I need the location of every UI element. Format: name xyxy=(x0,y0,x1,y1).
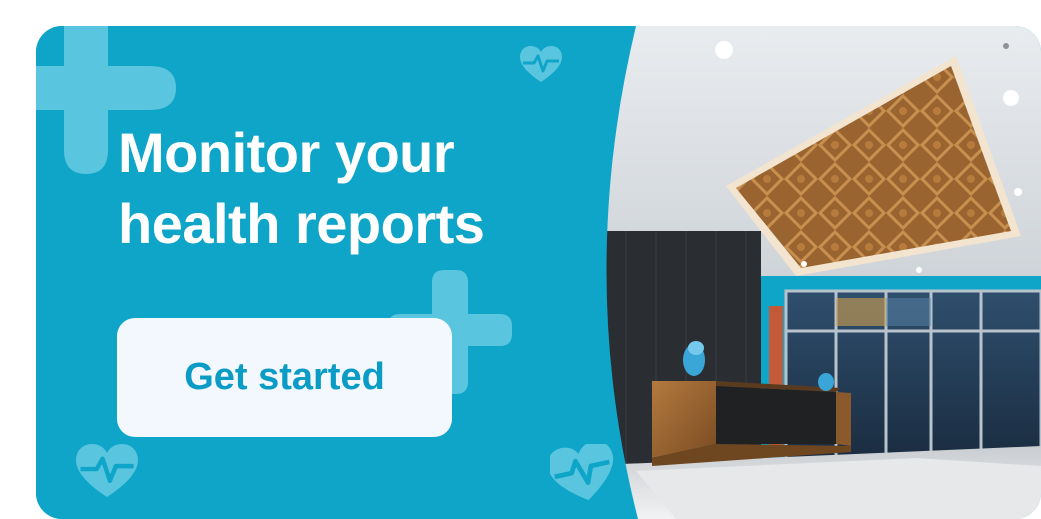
heartbeat-icon xyxy=(520,46,562,82)
brand-panel xyxy=(36,26,638,519)
banner-headline: Monitor your health reports xyxy=(118,118,485,259)
headline-line-1: Monitor your xyxy=(118,121,455,184)
heartbeat-icon xyxy=(76,444,138,498)
get-started-button[interactable]: Get started xyxy=(117,318,452,437)
headline-line-2: health reports xyxy=(118,191,485,255)
heartbeat-icon xyxy=(550,444,614,501)
promo-banner: Monitor your health reports Get started xyxy=(36,26,1041,519)
